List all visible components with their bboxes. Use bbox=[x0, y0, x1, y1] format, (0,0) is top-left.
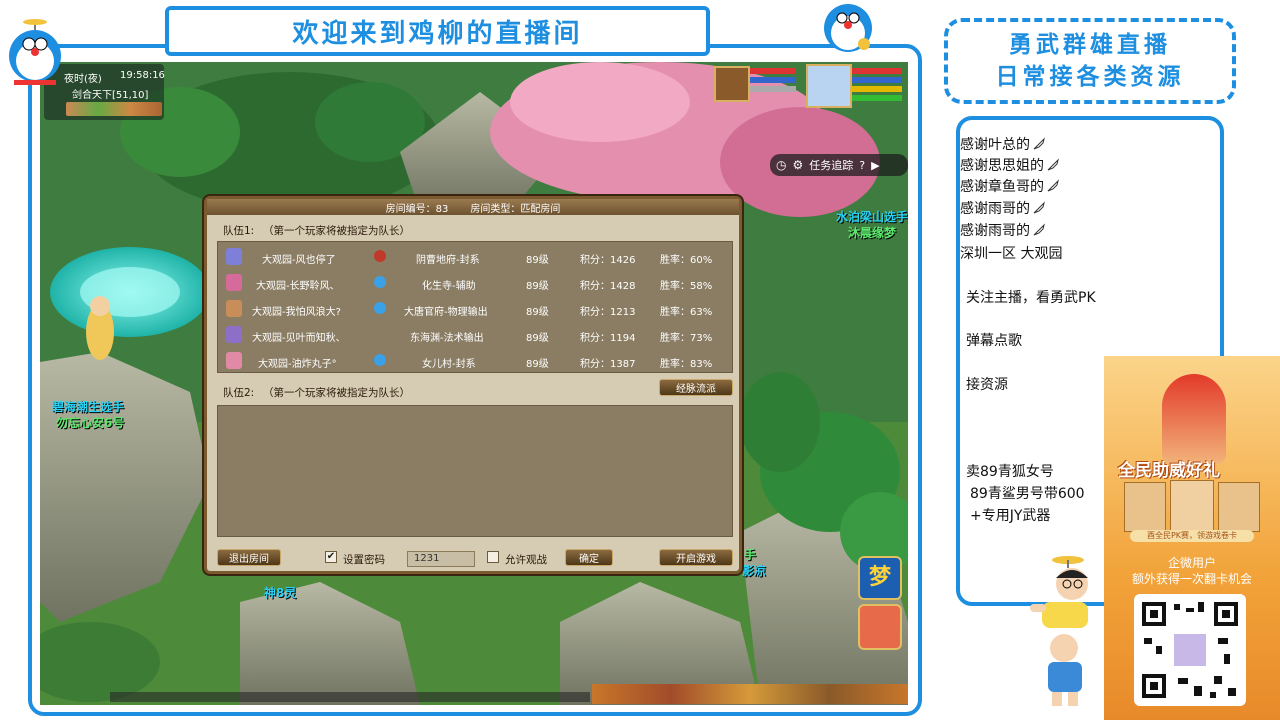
player-score: 积分：1213 bbox=[580, 307, 636, 318]
rocket-icon bbox=[1047, 179, 1059, 192]
badge-icon bbox=[374, 276, 386, 288]
player-score: 积分：1428 bbox=[580, 281, 636, 292]
allow-watch-checkbox[interactable] bbox=[487, 551, 499, 563]
thanks-message: 感谢叶总的 bbox=[960, 134, 1046, 154]
team2-label: 队伍2: bbox=[223, 387, 255, 399]
rocket-icon bbox=[1033, 137, 1045, 150]
sale-message: +专用JY武器 bbox=[970, 508, 1051, 524]
player-row[interactable]: 大观园-风也停了 阴曹地府-封系 89级 积分：1426 胜率：60% bbox=[218, 244, 732, 270]
rocket-icon bbox=[1033, 201, 1045, 214]
set-password-checkbox[interactable]: ✔ bbox=[325, 551, 337, 563]
player-school: 化生寺-辅助 bbox=[422, 281, 476, 292]
thanks-message: 感谢思思姐的 bbox=[960, 155, 1060, 175]
team1-label: 队伍1: bbox=[223, 225, 255, 237]
badge-icon bbox=[374, 302, 386, 314]
player-winrate: 胜率：83% bbox=[660, 359, 713, 370]
sale-message: 卖89青狐女号 bbox=[966, 464, 1054, 480]
player-winrate: 胜率：73% bbox=[660, 333, 713, 344]
thanks-message: 感谢雨哥的 bbox=[960, 198, 1046, 218]
player-avatar bbox=[226, 326, 242, 343]
player-school: 大唐官府-物理输出 bbox=[404, 307, 488, 318]
resource-message: 接资源 bbox=[966, 377, 1008, 393]
player-level: 89级 bbox=[526, 281, 549, 292]
player-level: 89级 bbox=[526, 255, 549, 266]
player-row[interactable]: 大观园-我怕风浪大? 大唐官府-物理输出 89级 积分：1213 胜率：63% bbox=[218, 296, 732, 322]
player-row[interactable]: 大观园-长野聆风、 化生寺-辅助 89级 积分：1428 胜率：58% bbox=[218, 270, 732, 296]
team1-list: 大观园-风也停了 阴曹地府-封系 89级 积分：1426 胜率：60% 大观园-… bbox=[217, 241, 733, 373]
song-request-message: 弹幕点歌 bbox=[966, 333, 1022, 349]
player-score: 积分：1426 bbox=[580, 255, 636, 266]
player-score: 积分：1387 bbox=[580, 359, 636, 370]
badge-icon bbox=[374, 250, 386, 262]
allow-watch-label: 允许观战 bbox=[505, 554, 547, 566]
player-level: 89级 bbox=[526, 333, 549, 344]
player-winrate: 胜率：58% bbox=[660, 281, 713, 292]
room-type: 房间类型：匹配房间 bbox=[470, 203, 561, 215]
player-avatar bbox=[226, 300, 242, 317]
set-password-label: 设置密码 bbox=[343, 554, 385, 566]
rocket-icon bbox=[1047, 158, 1059, 171]
doraemon-icon bbox=[808, 0, 888, 56]
player-avatar bbox=[226, 274, 242, 291]
nobita-icon bbox=[1028, 540, 1104, 710]
confirm-button[interactable]: 确定 bbox=[565, 549, 613, 566]
team1-note: （第一个玩家将被指定为队长） bbox=[263, 225, 410, 237]
match-room-dialog[interactable]: 房间编号：83 房间类型：匹配房间 队伍1: （第一个玩家将被指定为队长） 大观… bbox=[204, 196, 742, 574]
promo-sub: 酉全民PK赛，领游戏卷卡 bbox=[1130, 530, 1254, 542]
player-school: 阴曹地府-封系 bbox=[416, 255, 480, 266]
player-school: 女儿村-封系 bbox=[422, 359, 476, 370]
promo-character bbox=[1162, 374, 1226, 464]
stream-title-line1: 勇武群雄直播 bbox=[1009, 31, 1171, 58]
promo-card[interactable]: 全民助威好礼 酉全民PK赛，领游戏卷卡 企微用户 额外获得一次翻卡机会 bbox=[1104, 356, 1280, 720]
player-avatar bbox=[226, 248, 242, 265]
rocket-icon bbox=[1033, 223, 1045, 236]
promo-cards bbox=[1124, 480, 1260, 534]
player-winrate: 胜率：63% bbox=[660, 307, 713, 318]
thanks-message: 感谢雨哥的 bbox=[960, 220, 1046, 240]
player-name: 大观园-我怕风浪大? bbox=[252, 307, 341, 318]
player-name: 大观园-风也停了 bbox=[262, 255, 336, 266]
player-avatar bbox=[226, 352, 242, 369]
badge-icon bbox=[374, 354, 386, 366]
player-level: 89级 bbox=[526, 359, 549, 370]
qr-code[interactable] bbox=[1134, 594, 1246, 706]
player-name: 大观园-长野聆风、 bbox=[256, 281, 340, 292]
promo-line2: 额外获得一次翻卡机会 bbox=[1131, 572, 1252, 586]
promo-line1: 企微用户 bbox=[1167, 556, 1216, 570]
player-school: 东海渊-法术输出 bbox=[410, 333, 484, 344]
exit-room-button[interactable]: 退出房间 bbox=[217, 549, 281, 566]
doraemon-icon bbox=[6, 16, 64, 94]
follow-message: 关注主播，看勇武PK bbox=[966, 290, 1096, 306]
server-info: 深圳一区 大观园 bbox=[960, 246, 1063, 262]
stream-title-box: 勇武群雄直播 日常接各类资源 bbox=[944, 18, 1236, 104]
dialog-header: 房间编号：83 房间类型：匹配房间 bbox=[207, 199, 739, 215]
player-row[interactable]: 大观园-见叶而知秋、 东海渊-法术输出 89级 积分：1194 胜率：73% bbox=[218, 322, 732, 348]
thanks-message: 感谢章鱼哥的 bbox=[960, 176, 1060, 196]
player-name: 大观园-见叶而知秋、 bbox=[252, 333, 346, 344]
promo-headline: 全民助威好礼 bbox=[1118, 461, 1220, 481]
stream-title-line2: 日常接各类资源 bbox=[995, 63, 1185, 90]
welcome-banner: 欢迎来到鸡柳的直播间 bbox=[165, 6, 710, 56]
player-name: 大观园-油炸丸子° bbox=[258, 359, 337, 370]
player-row[interactable]: 大观园-油炸丸子° 女儿村-封系 89级 积分：1387 胜率：83% bbox=[218, 348, 732, 374]
player-level: 89级 bbox=[526, 307, 549, 318]
room-number: 房间编号：83 bbox=[385, 203, 449, 215]
welcome-title: 欢迎来到鸡柳的直播间 bbox=[292, 18, 583, 49]
player-score: 积分：1194 bbox=[580, 333, 636, 344]
team2-list bbox=[217, 405, 733, 537]
start-game-button[interactable]: 开启游戏 bbox=[659, 549, 733, 566]
sale-message: 89青鲨男号带600 bbox=[970, 486, 1085, 502]
password-field[interactable]: 1231 bbox=[407, 551, 475, 567]
team2-note: （第一个玩家将被指定为队长） bbox=[263, 387, 410, 399]
player-winrate: 胜率：60% bbox=[660, 255, 713, 266]
meridian-button[interactable]: 经脉流派 bbox=[659, 379, 733, 396]
